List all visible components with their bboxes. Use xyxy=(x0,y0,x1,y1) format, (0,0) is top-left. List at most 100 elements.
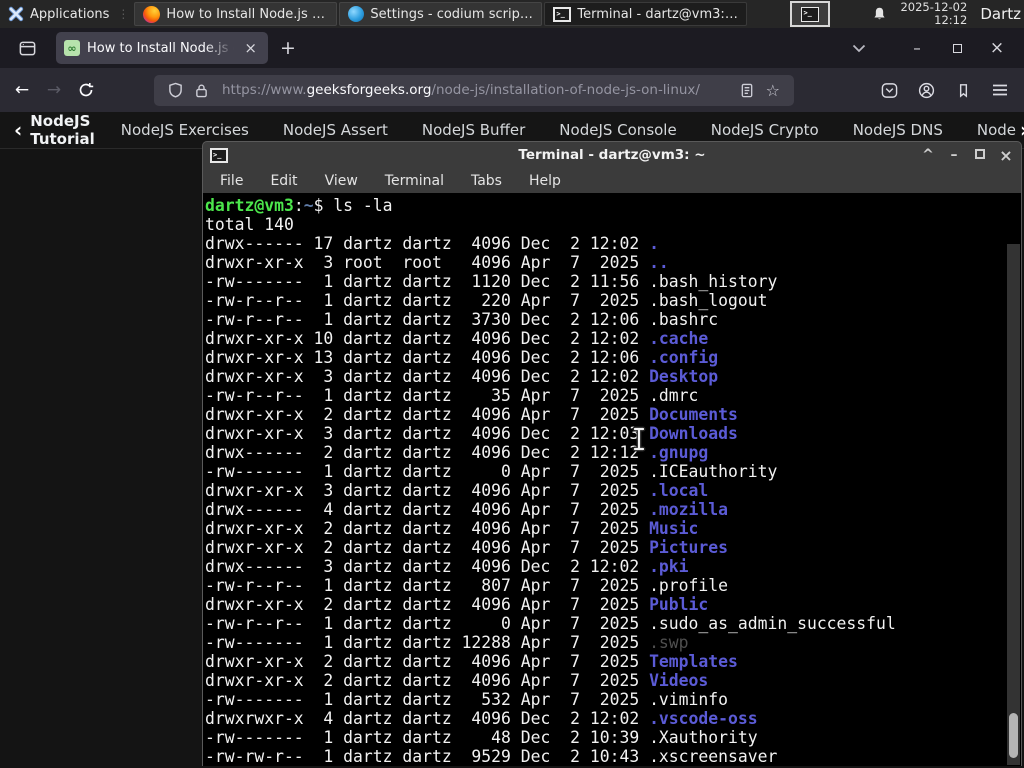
tab-bar: ∞ How to Install Node.js on × + – × xyxy=(0,28,1024,68)
chevron-right-icon[interactable]: › xyxy=(1020,120,1024,140)
terminal-line: drwxr-xr-x 3 dartz dartz 4096 Dec 2 12:0… xyxy=(205,424,738,443)
taskbar-window-terminal[interactable]: >_ Terminal - dartz@vm3: ~ xyxy=(544,2,748,26)
terminal-line: -rw------- 1 dartz dartz 48 Dec 2 10:39 … xyxy=(205,728,758,747)
taskbar-window-codium[interactable]: Settings - codium script... xyxy=(339,2,543,26)
terminal-scrollbar-thumb[interactable] xyxy=(1009,713,1018,758)
taskbar-window-label: How to Install Node.js o... xyxy=(166,6,329,22)
terminal-line: -rw-r--r-- 1 dartz dartz 35 Apr 7 2025 .… xyxy=(205,386,699,405)
menu-edit[interactable]: Edit xyxy=(270,173,297,189)
taskbar-window-firefox[interactable]: How to Install Node.js o... xyxy=(134,2,338,26)
nav-link-crypto[interactable]: NodeJS Crypto xyxy=(711,121,819,139)
terminal-line: drwxr-xr-x 2 dartz dartz 4096 Apr 7 2025… xyxy=(205,671,709,690)
forward-button[interactable]: → xyxy=(38,74,70,106)
nav-link-dns[interactable]: NodeJS DNS xyxy=(853,121,943,139)
menu-view[interactable]: View xyxy=(325,173,358,189)
terminal-screen[interactable]: dartz@vm3:~$ ls -la total 140 drwx------… xyxy=(203,193,1021,766)
desktop-panel: Applications ⋮ How to Install Node.js o.… xyxy=(0,0,1024,28)
chevron-left-icon: ‹ xyxy=(14,118,23,142)
menu-file[interactable]: File xyxy=(220,173,243,189)
tab-close-icon[interactable]: × xyxy=(241,40,260,57)
terminal-line: drwxr-xr-x 2 dartz dartz 4096 Apr 7 2025… xyxy=(205,519,699,538)
lock-icon[interactable] xyxy=(189,83,214,98)
terminal-prompt-line: dartz@vm3:~$ ls -la xyxy=(205,196,1005,215)
url-path: /node-js/installation-of-node-js-on-linu… xyxy=(431,82,700,98)
terminal-shade-button[interactable]: ^ xyxy=(919,147,937,163)
terminal-icon: >_ xyxy=(801,6,820,22)
firefox-icon xyxy=(143,5,161,23)
menu-hamburger-icon[interactable] xyxy=(992,83,1008,97)
terminal-window: >_ Terminal - dartz@vm3: ~ ^ – × File Ed… xyxy=(202,141,1022,766)
terminal-line: drwx------ 2 dartz dartz 4096 Dec 2 12:1… xyxy=(205,443,709,462)
terminal-line: drwxr-xr-x 3 dartz dartz 4096 Apr 7 2025… xyxy=(205,481,709,500)
terminal-titlebar[interactable]: >_ Terminal - dartz@vm3: ~ ^ – × xyxy=(203,142,1021,168)
menu-terminal[interactable]: Terminal xyxy=(385,173,444,189)
terminal-line: -rw-rw-r-- 1 dartz dartz 9529 Dec 2 10:4… xyxy=(205,747,778,766)
notification-bell-icon[interactable] xyxy=(872,6,887,22)
codium-icon xyxy=(348,6,365,22)
account-icon[interactable] xyxy=(918,82,935,99)
applications-menu-button[interactable]: Applications xyxy=(0,0,117,28)
terminal-line: drwxr-xr-x 2 dartz dartz 4096 Apr 7 2025… xyxy=(205,652,738,671)
taskbar-window-label: Settings - codium script... xyxy=(370,6,534,22)
site-nav-links: NodeJS Exercises NodeJS Assert NodeJS Bu… xyxy=(121,121,1016,139)
prompt-command: $ ls -la xyxy=(313,196,393,215)
new-tab-button[interactable]: + xyxy=(274,34,302,62)
nodejs-tutorial-back-link[interactable]: ‹ NodeJS Tutorial xyxy=(14,112,95,148)
terminal-line: -rw-r--r-- 1 dartz dartz 0 Apr 7 2025 .s… xyxy=(205,614,896,633)
terminal-minimize-button[interactable]: – xyxy=(945,147,963,163)
terminal-title: Terminal - dartz@vm3: ~ xyxy=(518,147,706,163)
url-bar[interactable]: https://www.geeksforgeeks.org/node-js/in… xyxy=(154,74,794,106)
terminal-line: -rw-r--r-- 1 dartz dartz 3730 Dec 2 12:0… xyxy=(205,310,719,329)
terminal-line: -rw------- 1 dartz dartz 1120 Dec 2 11:5… xyxy=(205,272,778,291)
terminal-line: drwxr-xr-x 2 dartz dartz 4096 Apr 7 2025… xyxy=(205,538,729,557)
nodejs-tutorial-label: NodeJS Tutorial xyxy=(30,112,95,148)
panel-username: Dartz xyxy=(980,5,1021,23)
nav-link-buffer[interactable]: NodeJS Buffer xyxy=(422,121,525,139)
menu-help[interactable]: Help xyxy=(529,173,561,189)
reload-icon[interactable] xyxy=(70,74,102,106)
desktop: Applications ⋮ How to Install Node.js o.… xyxy=(0,0,1024,768)
tab-title: How to Install Node.js on xyxy=(87,40,235,56)
url-text: https://www.geeksforgeeks.org/node-js/in… xyxy=(222,82,734,98)
workspace-switcher[interactable]: >_ xyxy=(790,1,831,27)
list-all-tabs-chevron-icon[interactable] xyxy=(852,44,866,53)
terminal-close-button[interactable]: × xyxy=(997,146,1015,165)
menu-tabs[interactable]: Tabs xyxy=(471,173,502,189)
firefox-view-icon[interactable] xyxy=(12,33,42,63)
nav-link-truncated[interactable]: Node xyxy=(977,121,1016,139)
pocket-icon[interactable] xyxy=(881,82,898,99)
url-domain: geeksforgeeks.org xyxy=(306,82,432,98)
extensions-icon[interactable] xyxy=(955,82,972,99)
terminal-line: -rw------- 1 dartz dartz 532 Apr 7 2025 … xyxy=(205,690,729,709)
nav-link-assert[interactable]: NodeJS Assert xyxy=(283,121,388,139)
terminal-line: drwx------ 17 dartz dartz 4096 Dec 2 12:… xyxy=(205,234,659,253)
terminal-line: drwxrwxr-x 4 dartz dartz 4096 Dec 2 12:0… xyxy=(205,709,758,728)
prompt-user-host: dartz@vm3 xyxy=(205,196,294,215)
reader-view-icon[interactable] xyxy=(734,83,760,98)
browser-minimize-button[interactable]: – xyxy=(902,34,932,62)
terminal-line: -rw------- 1 dartz dartz 12288 Apr 7 202… xyxy=(205,633,689,652)
terminal-icon: >_ xyxy=(553,6,572,22)
nav-link-exercises[interactable]: NodeJS Exercises xyxy=(121,121,249,139)
browser-tab[interactable]: ∞ How to Install Node.js on × xyxy=(56,32,268,64)
terminal-line: -rw-r--r-- 1 dartz dartz 220 Apr 7 2025 … xyxy=(205,291,768,310)
browser-maximize-button[interactable] xyxy=(942,34,972,62)
terminal-maximize-button[interactable] xyxy=(971,147,989,163)
terminal-line: drwxr-xr-x 3 dartz dartz 4096 Dec 2 12:0… xyxy=(205,367,719,386)
terminal-total-line: total 140 xyxy=(205,215,294,234)
bookmark-star-icon[interactable]: ☆ xyxy=(760,81,786,100)
panel-clock[interactable]: 2025-12-02 12:12 xyxy=(900,1,967,27)
back-button[interactable]: ← xyxy=(6,74,38,106)
terminal-listing: drwx------ 17 dartz dartz 4096 Dec 2 12:… xyxy=(205,234,1005,766)
panel-grip: ⋮ xyxy=(117,7,130,21)
taskbar-window-label: Terminal - dartz@vm3: ~ xyxy=(577,6,739,22)
terminal-line: drwxr-xr-x 2 dartz dartz 4096 Apr 7 2025… xyxy=(205,595,709,614)
gfg-favicon: ∞ xyxy=(64,40,80,56)
browser-toolbar: ← → https://www.geeksforgeeks.org/node-j… xyxy=(0,68,1024,112)
tracking-shield-icon[interactable] xyxy=(162,82,189,98)
nav-link-console[interactable]: NodeJS Console xyxy=(559,121,676,139)
terminal-line: drwxr-xr-x 13 dartz dartz 4096 Dec 2 12:… xyxy=(205,348,719,367)
applications-label: Applications xyxy=(30,6,110,22)
browser-close-button[interactable]: × xyxy=(982,34,1012,62)
terminal-scrollbar[interactable] xyxy=(1007,244,1020,765)
